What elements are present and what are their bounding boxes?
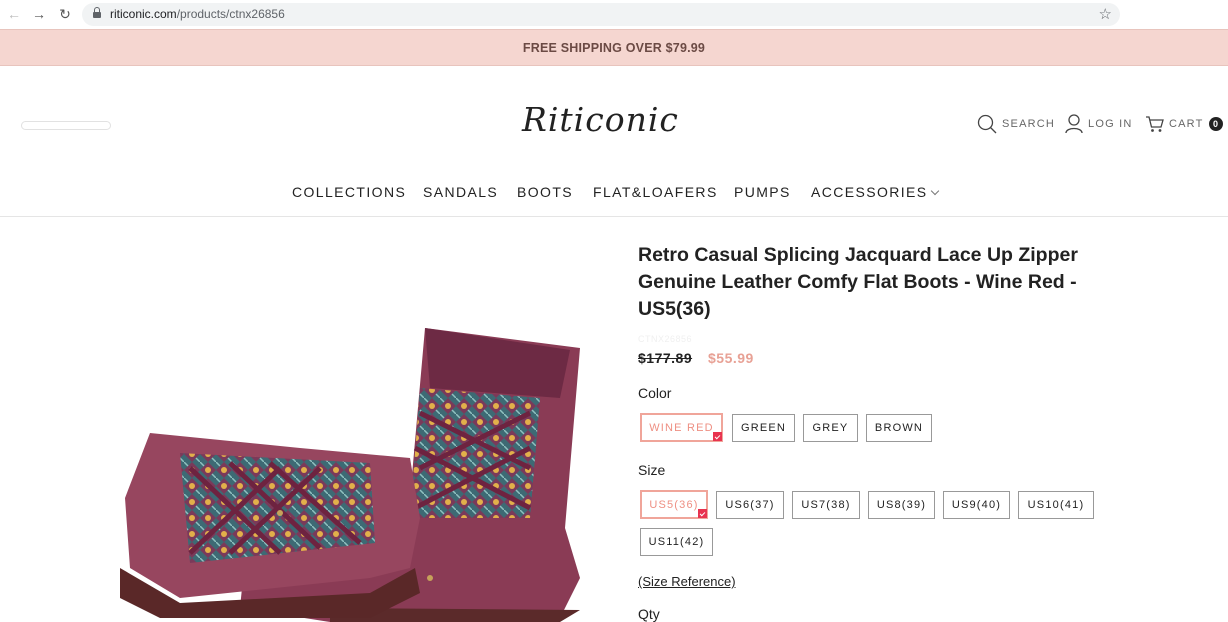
- nav-item-accessories[interactable]: ACCESSORIES: [811, 184, 939, 200]
- color-option-brown[interactable]: BROWN: [866, 414, 932, 442]
- bookmark-star-icon[interactable]: ☆: [1099, 5, 1112, 23]
- chevron-down-icon: [930, 186, 939, 196]
- search-input[interactable]: [21, 121, 111, 130]
- user-icon: [1065, 114, 1083, 134]
- forward-arrow-icon[interactable]: →: [31, 6, 47, 22]
- sale-price: $55.99: [708, 350, 754, 366]
- browser-toolbar: ← → ↻ riticonic.com/products/ctnx26856 ☆: [0, 0, 1228, 29]
- qty-label: Qty: [638, 606, 660, 622]
- lock-icon: [93, 7, 101, 19]
- cart-link[interactable]: CART 0: [1145, 114, 1223, 134]
- back-arrow-icon[interactable]: ←: [6, 6, 22, 22]
- size-option-us5[interactable]: US5(36): [639, 489, 709, 520]
- search-link[interactable]: SEARCH: [977, 114, 1055, 134]
- announcement-text: FREE SHIPPING OVER $79.99: [522, 41, 706, 55]
- size-option-us10[interactable]: US10(41): [1018, 491, 1094, 519]
- nav-item-pumps[interactable]: PUMPS: [734, 184, 791, 200]
- size-option-us8[interactable]: US8(39): [868, 491, 935, 519]
- size-option-us6[interactable]: US6(37): [716, 491, 784, 519]
- login-link[interactable]: LOG IN: [1065, 114, 1133, 134]
- login-label: LOG IN: [1088, 118, 1133, 130]
- url-domain: riticonic.com: [110, 7, 177, 21]
- url-text: riticonic.com/products/ctnx26856: [110, 7, 285, 21]
- nav-item-accessories-label: ACCESSORIES: [811, 184, 928, 200]
- reload-icon[interactable]: ↻: [57, 6, 73, 22]
- product-sku: CTNX26856: [638, 334, 693, 344]
- nav-item-boots[interactable]: BOOTS: [517, 184, 573, 200]
- search-label: SEARCH: [1002, 118, 1056, 130]
- site-header: Riticonic SEARCH LOG IN CART 0 COLLECTIO…: [0, 66, 1228, 217]
- nav-item-flat-loafers[interactable]: FLAT&LOAFERS: [593, 184, 718, 200]
- site-logo[interactable]: Riticonic: [522, 100, 704, 140]
- original-price: $177.89: [638, 350, 693, 366]
- url-path: /products/ctnx26856: [176, 7, 285, 21]
- cart-icon: [1146, 116, 1164, 132]
- cart-label: CART: [1169, 118, 1204, 130]
- main-navigation: COLLECTIONS SANDALS BOOTS FLAT&LOAFERS P…: [0, 184, 1228, 204]
- address-bar[interactable]: riticonic.com/products/ctnx26856 ☆: [82, 3, 1120, 26]
- search-icon: [977, 114, 997, 134]
- size-option-us9[interactable]: US9(40): [943, 491, 1010, 519]
- product-image[interactable]: [120, 318, 590, 622]
- nav-item-collections[interactable]: COLLECTIONS: [292, 184, 406, 200]
- size-reference-link[interactable]: (Size Reference): [638, 574, 736, 589]
- nav-item-sandals[interactable]: SANDALS: [423, 184, 498, 200]
- color-option-wine-red[interactable]: WINE RED: [639, 412, 724, 443]
- color-option-grey[interactable]: GREY: [803, 414, 858, 442]
- cart-count-badge: 0: [1208, 117, 1223, 131]
- product-title: Retro Casual Splicing Jacquard Lace Up Z…: [638, 244, 1078, 320]
- color-option-green[interactable]: GREEN: [732, 414, 795, 442]
- announcement-bar: FREE SHIPPING OVER $79.99: [0, 29, 1228, 66]
- color-label: Color: [638, 385, 672, 401]
- size-option-us11[interactable]: US11(42): [640, 528, 713, 556]
- size-option-us7[interactable]: US7(38): [792, 491, 860, 519]
- size-label: Size: [638, 462, 666, 478]
